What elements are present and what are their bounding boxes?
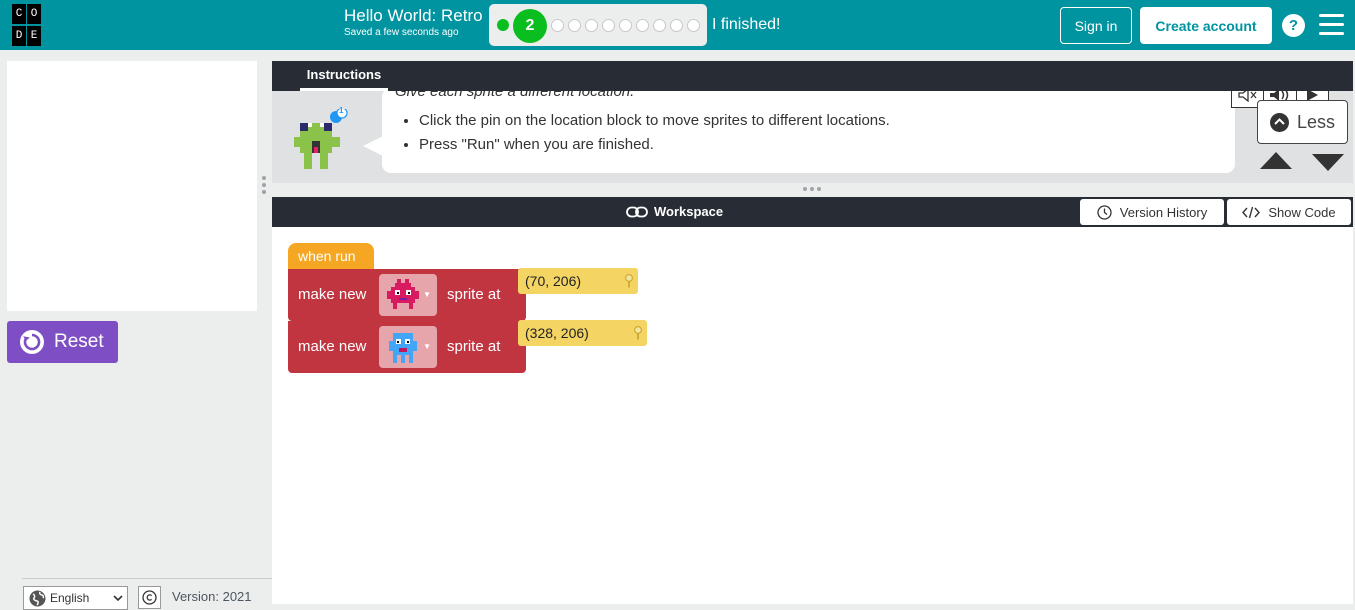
pink-alien-sprite-icon (387, 279, 419, 309)
instruction-item: Click the pin on the location block to m… (419, 109, 890, 133)
version-history-button[interactable]: Version History (1080, 199, 1224, 225)
sprite-dropdown[interactable]: ▼ (379, 326, 437, 368)
chevron-down-icon (113, 595, 123, 602)
block-label: make new (298, 286, 367, 303)
block-label: sprite at (447, 338, 501, 355)
level-dot[interactable] (551, 19, 564, 32)
dropdown-caret-icon: ▼ (423, 290, 431, 299)
link-icon (626, 206, 648, 217)
code-org-logo[interactable]: C O D E (12, 4, 56, 46)
tab-instructions[interactable]: Instructions (300, 61, 388, 91)
instructions-panel: 1 Give each sprite a different location.… (272, 91, 1353, 183)
horizontal-resize-handle[interactable] (803, 187, 823, 191)
language-value: English (50, 591, 90, 605)
make-sprite-block[interactable]: make new ▼ sprite at (288, 321, 526, 373)
reset-label: Reset (54, 331, 104, 352)
level-progress: 2 (489, 4, 707, 46)
workspace-title: Workspace (626, 204, 723, 219)
workspace-title-text: Workspace (654, 204, 724, 219)
scroll-down-arrow-icon[interactable] (1312, 154, 1344, 171)
reset-button[interactable]: Reset (7, 321, 118, 363)
vertical-resize-handle[interactable] (262, 176, 266, 196)
blockly-workspace[interactable]: when run make new ▼ sprite at (70, 206) … (272, 227, 1353, 604)
version-text: Version: 2021 (172, 589, 252, 604)
location-value: (328, 206) (525, 325, 589, 341)
language-select[interactable]: English (23, 586, 128, 610)
when-run-block[interactable]: when run (288, 243, 374, 269)
location-pin-icon[interactable] (634, 326, 642, 340)
globe-icon (29, 590, 46, 606)
logo-letter: D (12, 26, 26, 46)
block-label: make new (298, 338, 367, 355)
level-dot[interactable] (670, 19, 683, 32)
bubble-tail (363, 136, 383, 156)
level-dot[interactable] (585, 19, 598, 32)
block-label: sprite at (447, 286, 501, 303)
level-1-dot[interactable] (497, 19, 509, 31)
speaker-muted-icon (1238, 91, 1257, 102)
finished-link[interactable]: I finished! (712, 16, 780, 34)
make-sprite-block[interactable]: make new ▼ sprite at (288, 269, 526, 321)
create-account-button[interactable]: Create account (1140, 7, 1272, 44)
bot-badge: 1 (339, 106, 344, 115)
reset-icon (20, 330, 44, 354)
less-label: Less (1296, 111, 1336, 132)
logo-letter: E (27, 26, 41, 46)
show-code-button[interactable]: Show Code (1227, 199, 1351, 225)
show-code-label: Show Code (1268, 204, 1336, 220)
current-level-bubble[interactable]: 2 (513, 9, 547, 43)
level-dot[interactable] (602, 19, 615, 32)
project-title: Hello World: Retro (344, 6, 483, 25)
header-bar: C O D E Hello World: Retro Saved a few s… (0, 0, 1355, 50)
level-dot[interactable] (568, 19, 581, 32)
instruction-list: Click the pin on the location block to m… (419, 109, 890, 157)
instruction-bubble: Give each sprite a different location. C… (382, 91, 1329, 173)
level-dot[interactable] (619, 19, 632, 32)
scroll-up-arrow-icon[interactable] (1260, 152, 1292, 169)
hamburger-menu-icon[interactable] (1319, 14, 1344, 36)
instructions-header: Instructions (272, 61, 1353, 91)
level-dot[interactable] (653, 19, 666, 32)
code-icon (1242, 206, 1261, 218)
visualization-area[interactable] (7, 61, 257, 311)
location-block[interactable]: (70, 206) (518, 268, 638, 294)
copyright-button[interactable] (138, 586, 161, 609)
save-status: Saved a few seconds ago (344, 27, 459, 38)
blue-alien-sprite-icon (389, 333, 417, 363)
logo-letter: C (12, 4, 26, 24)
level-dot[interactable] (636, 19, 649, 32)
clock-icon (1097, 204, 1112, 220)
copyright-icon (142, 590, 157, 605)
footer: English Version: 2021 (22, 578, 272, 610)
chevron-up-icon (1269, 112, 1289, 132)
location-value: (70, 206) (525, 273, 582, 289)
instruction-item: Press "Run" when you are finished. (419, 133, 890, 157)
logo-letter: O (27, 4, 41, 24)
sprite-dropdown[interactable]: ▼ (379, 274, 437, 316)
location-pin-icon[interactable] (625, 274, 633, 288)
dropdown-caret-icon: ▼ (423, 342, 431, 351)
workspace-header: Workspace Version History Show Code (272, 197, 1353, 227)
location-block[interactable]: (328, 206) (518, 320, 647, 346)
less-button[interactable]: Less (1257, 100, 1348, 144)
logo-gap (42, 4, 56, 24)
bot-avatar: 1 (290, 106, 348, 180)
logo-gap (42, 26, 56, 46)
level-dot[interactable] (687, 19, 700, 32)
help-icon[interactable]: ? (1282, 14, 1305, 37)
sign-in-button[interactable]: Sign in (1060, 7, 1132, 44)
instruction-lead: Give each sprite a different location. (395, 91, 635, 100)
version-history-label: Version History (1119, 204, 1208, 220)
